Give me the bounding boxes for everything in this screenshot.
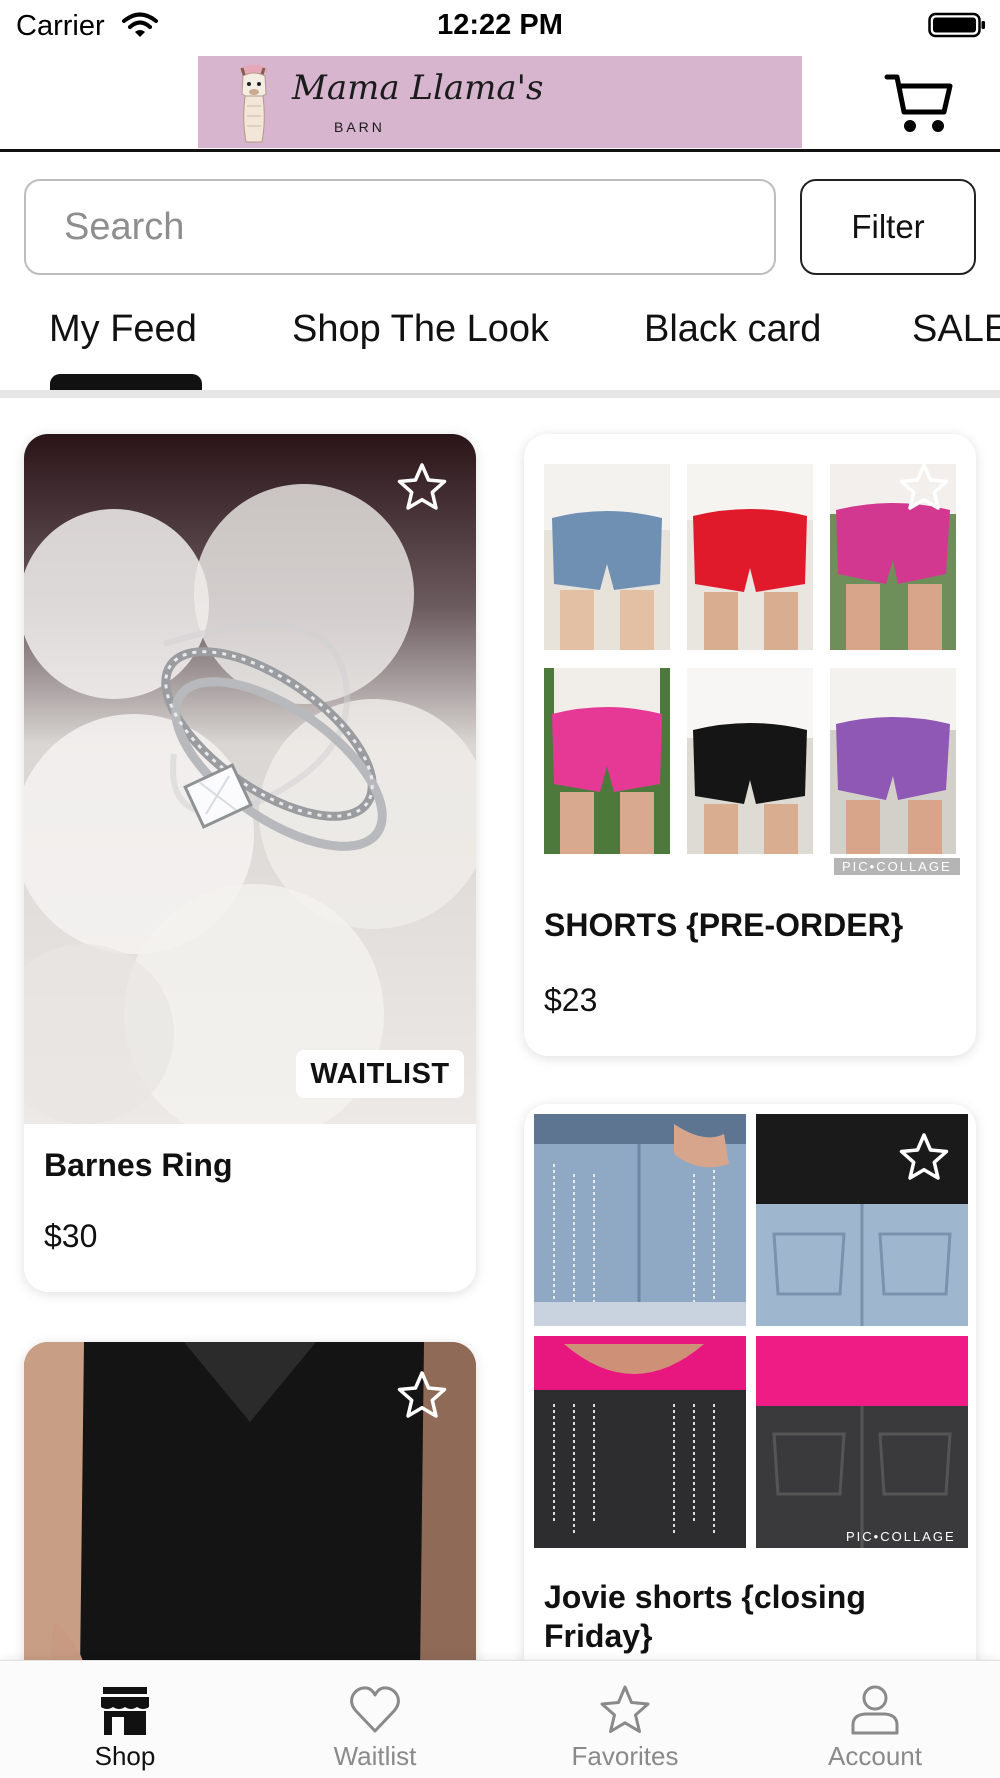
search-input[interactable] <box>24 179 776 275</box>
cart-icon[interactable] <box>884 72 954 136</box>
filter-button[interactable]: Filter <box>800 179 976 275</box>
collage-watermark: PIC•COLLAGE <box>846 1529 956 1544</box>
nav-waitlist[interactable]: Waitlist <box>250 1661 500 1778</box>
nav-label: Favorites <box>571 1741 679 1771</box>
store-logo[interactable]: Mama Llama's BARN <box>198 56 802 148</box>
favorite-star-icon[interactable] <box>898 462 950 512</box>
waitlist-badge: WAITLIST <box>296 1050 464 1098</box>
logo-subtitle: BARN <box>334 119 385 135</box>
favorite-star-icon[interactable] <box>898 1132 950 1182</box>
status-time: 12:22 PM <box>437 9 563 41</box>
nav-label: Account <box>828 1741 922 1771</box>
nav-shop[interactable]: Shop <box>0 1661 250 1778</box>
battery-icon <box>928 12 985 38</box>
tab-my-feed[interactable]: My Feed <box>49 308 197 351</box>
heart-icon <box>350 1686 400 1733</box>
favorite-star-icon[interactable] <box>396 462 448 512</box>
product-price: $30 <box>44 1218 98 1254</box>
product-card-barnes-ring[interactable]: WAITLIST Barnes Ring $30 <box>24 434 476 1292</box>
tabs-divider <box>0 390 1000 398</box>
person-icon <box>851 1685 899 1735</box>
bottom-tab-bar: Shop Waitlist Favorites Account <box>0 1660 1000 1778</box>
nav-label: Shop <box>94 1741 156 1771</box>
product-price: $23 <box>544 982 598 1018</box>
nav-label: Waitlist <box>333 1741 417 1771</box>
app-header: Mama Llama's BARN <box>0 52 1000 152</box>
product-title: Jovie shorts {closing Friday} <box>544 1579 866 1654</box>
store-icon <box>101 1687 149 1735</box>
status-bar: Carrier 12:22 PM <box>0 0 1000 52</box>
product-image-ring <box>24 434 476 1124</box>
collage-watermark: PIC•COLLAGE <box>834 858 960 875</box>
category-tabs: My Feed Shop The Look Black card SALE <box>0 296 1000 396</box>
star-icon <box>600 1685 650 1733</box>
tab-black-card[interactable]: Black card <box>644 308 821 351</box>
product-title: Barnes Ring <box>44 1147 233 1183</box>
tab-sale[interactable]: SALE <box>912 308 1000 351</box>
logo-script-text: Mama Llama's <box>292 68 544 108</box>
tab-shop-the-look[interactable]: Shop The Look <box>292 308 549 351</box>
product-card-shorts-preorder[interactable]: PIC•COLLAGE SHORTS {PRE-ORDER} $23 <box>524 434 976 1056</box>
product-card-jovie-shorts[interactable]: PIC•COLLAGE Jovie shorts {closing Friday… <box>524 1104 976 1724</box>
nav-favorites[interactable]: Favorites <box>500 1661 750 1778</box>
nav-account[interactable]: Account <box>750 1661 1000 1778</box>
product-title: SHORTS {PRE-ORDER} <box>544 907 904 943</box>
favorite-star-icon[interactable] <box>396 1370 448 1420</box>
llama-logo-icon <box>240 65 268 143</box>
